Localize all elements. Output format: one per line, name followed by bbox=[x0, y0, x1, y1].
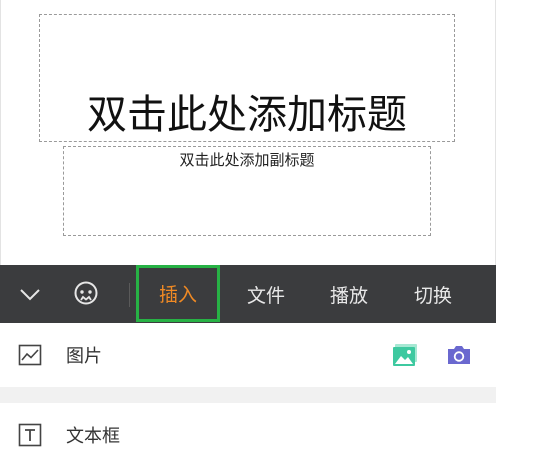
slide-canvas: 双击此处添加标题 双击此处添加副标题 bbox=[0, 0, 496, 265]
tab-file[interactable]: 文件 bbox=[236, 265, 296, 323]
menu-item-textbox-label: 文本框 bbox=[66, 426, 120, 447]
assistant-face-icon[interactable] bbox=[66, 265, 106, 323]
tab-play-label: 播放 bbox=[329, 284, 368, 307]
menu-item-textbox[interactable]: 文本框 bbox=[0, 403, 496, 467]
subtitle-placeholder-text: 双击此处添加副标题 bbox=[179, 151, 315, 169]
menu-item-image-label: 图片 bbox=[66, 346, 102, 367]
chevron-down-icon[interactable] bbox=[10, 265, 50, 323]
camera-icon[interactable] bbox=[446, 343, 472, 367]
tab-file-label: 文件 bbox=[246, 284, 285, 307]
tab-transition-label: 切换 bbox=[413, 284, 452, 307]
tab-transition[interactable]: 切换 bbox=[402, 265, 464, 323]
title-placeholder[interactable]: 双击此处添加标题 bbox=[39, 14, 455, 142]
toolbar-divider bbox=[129, 283, 130, 307]
presentation-editor: 双击此处添加标题 双击此处添加副标题 插入 文件 播放 切换 图片 文本框 bbox=[0, 0, 496, 468]
bottom-toolbar: 插入 文件 播放 切换 bbox=[0, 265, 496, 323]
title-placeholder-text: 双击此处添加标题 bbox=[87, 92, 407, 138]
menu-item-image[interactable]: 图片 bbox=[0, 323, 496, 387]
subtitle-placeholder[interactable]: 双击此处添加副标题 bbox=[63, 146, 431, 236]
tab-insert-label: 插入 bbox=[158, 284, 197, 306]
textbox-icon bbox=[18, 423, 42, 447]
gallery-icon[interactable] bbox=[392, 343, 418, 367]
tab-insert[interactable]: 插入 bbox=[136, 265, 220, 322]
image-icon bbox=[18, 343, 42, 367]
menu-separator bbox=[0, 387, 496, 403]
tab-play[interactable]: 播放 bbox=[318, 265, 380, 323]
